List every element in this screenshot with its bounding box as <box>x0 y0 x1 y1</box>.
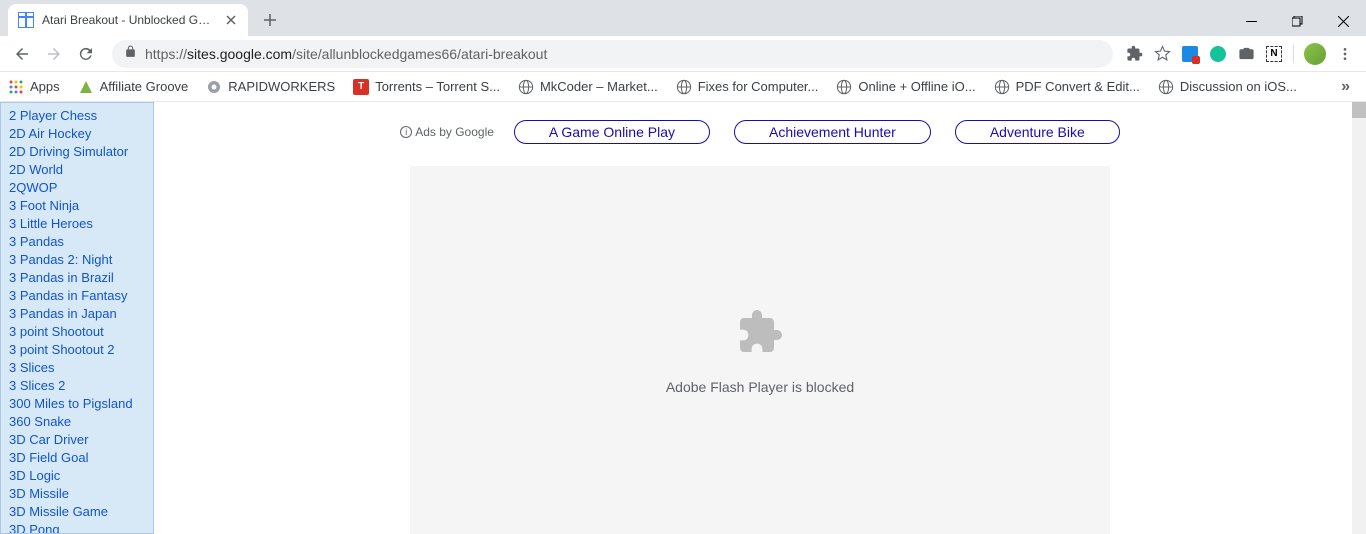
maximize-button[interactable] <box>1274 6 1320 36</box>
extension-grammarly-icon[interactable] <box>1209 45 1227 63</box>
bookmark-item[interactable]: Online + Offline iO... <box>836 79 975 95</box>
bookmark-label: MkCoder – Market... <box>540 79 658 94</box>
sidebar-link[interactable]: 3 Pandas 2: Night <box>9 251 151 269</box>
ads-by-google-label: iAds by Google <box>400 125 494 139</box>
lock-icon <box>124 45 137 63</box>
chrome-menu-icon[interactable] <box>1336 45 1354 63</box>
bookmark-item[interactable]: Fixes for Computer... <box>676 79 819 95</box>
tab-strip: Atari Breakout - Unblocked Gam… <box>0 0 1366 36</box>
tab-title: Atari Breakout - Unblocked Gam… <box>42 13 216 27</box>
tab-favicon-icon <box>18 12 34 28</box>
main-area: iAds by Google A Game Online Play Achieve… <box>154 102 1366 534</box>
bookmark-item[interactable]: Discussion on iOS... <box>1158 79 1297 95</box>
globe-icon <box>836 79 852 95</box>
gray-circle-icon <box>206 79 222 95</box>
ad-link[interactable]: A Game Online Play <box>514 120 710 144</box>
bookmark-label: Torrents – Torrent S... <box>375 79 500 94</box>
puzzle-piece-icon <box>736 308 784 361</box>
toolbar: https://sites.google.com/site/allunblock… <box>0 36 1366 72</box>
address-bar[interactable]: https://sites.google.com/site/allunblock… <box>112 40 1113 68</box>
extension-blue-icon[interactable] <box>1181 45 1199 63</box>
sidebar-link[interactable]: 3 Pandas in Brazil <box>9 269 151 287</box>
ad-link[interactable]: Achievement Hunter <box>734 120 931 144</box>
sidebar-link[interactable]: 3 Pandas in Fantasy <box>9 287 151 305</box>
sidebar-link[interactable]: 300 Miles to Pigsland <box>9 395 151 413</box>
url-text: https://sites.google.com/site/allunblock… <box>145 46 547 62</box>
window-controls <box>1228 6 1366 36</box>
toolbar-divider <box>1293 45 1294 63</box>
profile-avatar[interactable] <box>1304 43 1326 65</box>
bookmark-label: PDF Convert & Edit... <box>1016 79 1140 94</box>
sidebar-link[interactable]: 2QWOP <box>9 179 151 197</box>
green-tri-icon <box>78 79 94 95</box>
extension-n-icon[interactable]: N <box>1265 45 1283 63</box>
flash-blocked-area[interactable]: Adobe Flash Player is blocked <box>410 166 1110 534</box>
sidebar-nav: 2 Player Chess2D Air Hockey2D Driving Si… <box>0 102 154 534</box>
close-window-button[interactable] <box>1320 6 1366 36</box>
back-button[interactable] <box>8 40 36 68</box>
bookmarks-bar: Apps Affiliate Groove RAPIDWORKERS T Torrent… <box>0 72 1366 102</box>
info-icon[interactable]: i <box>400 126 412 138</box>
bookmark-label: Affiliate Groove <box>100 79 189 94</box>
flash-blocked-text: Adobe Flash Player is blocked <box>666 379 854 395</box>
sidebar-link[interactable]: 3 Slices 2 <box>9 377 151 395</box>
bookmark-item[interactable]: Apps <box>8 79 60 95</box>
ad-link[interactable]: Adventure Bike <box>955 120 1120 144</box>
sidebar-link[interactable]: 360 Snake <box>9 413 151 431</box>
page-scrollbar-thumb[interactable] <box>1352 102 1366 118</box>
sidebar-link[interactable]: 3D Missile <box>9 485 151 503</box>
sidebar-link[interactable]: 3 Slices <box>9 359 151 377</box>
bookmark-label: Fixes for Computer... <box>698 79 819 94</box>
bookmark-item[interactable]: RAPIDWORKERS <box>206 79 335 95</box>
sidebar-link[interactable]: 3D Field Goal <box>9 449 151 467</box>
extensions-icon[interactable] <box>1125 45 1143 63</box>
toolbar-actions: N <box>1125 43 1358 65</box>
apps-grid-icon <box>8 79 24 95</box>
reload-button[interactable] <box>72 40 100 68</box>
bookmark-label: Online + Offline iO... <box>858 79 975 94</box>
bookmark-label: Discussion on iOS... <box>1180 79 1297 94</box>
bookmark-label: RAPIDWORKERS <box>228 79 335 94</box>
sidebar-link[interactable]: 3 point Shootout <box>9 323 151 341</box>
globe-icon <box>994 79 1010 95</box>
sidebar-link[interactable]: 3D Pong <box>9 521 151 534</box>
sidebar-link[interactable]: 3 point Shootout 2 <box>9 341 151 359</box>
page-scrollbar[interactable] <box>1352 102 1366 534</box>
sidebar-link[interactable]: 2D Air Hockey <box>9 125 151 143</box>
sidebar-link[interactable]: 3D Logic <box>9 467 151 485</box>
sidebar-link[interactable]: 2D World <box>9 161 151 179</box>
globe-icon <box>1158 79 1174 95</box>
ts-icon: T <box>353 79 369 95</box>
sidebar-link[interactable]: 2D Driving Simulator <box>9 143 151 161</box>
sidebar-link[interactable]: 3D Missile Game <box>9 503 151 521</box>
new-tab-button[interactable] <box>256 6 284 34</box>
sidebar-link[interactable]: 3 Little Heroes <box>9 215 151 233</box>
globe-icon <box>518 79 534 95</box>
bookmark-item[interactable]: Affiliate Groove <box>78 79 189 95</box>
minimize-button[interactable] <box>1228 6 1274 36</box>
page-content: 2 Player Chess2D Air Hockey2D Driving Si… <box>0 102 1366 534</box>
globe-icon <box>676 79 692 95</box>
sidebar-link[interactable]: 3D Car Driver <box>9 431 151 449</box>
sidebar-link[interactable]: 3 Pandas in Japan <box>9 305 151 323</box>
bookmark-label: Apps <box>30 79 60 94</box>
sidebar-link[interactable]: 3 Pandas <box>9 233 151 251</box>
bookmarks-overflow-icon[interactable]: » <box>1341 78 1358 96</box>
bookmark-item[interactable]: PDF Convert & Edit... <box>994 79 1140 95</box>
ads-row: iAds by Google A Game Online Play Achieve… <box>154 102 1366 152</box>
bookmark-item[interactable]: MkCoder – Market... <box>518 79 658 95</box>
bookmark-item[interactable]: T Torrents – Torrent S... <box>353 79 500 95</box>
bookmark-star-icon[interactable] <box>1153 45 1171 63</box>
forward-button[interactable] <box>40 40 68 68</box>
extension-camera-icon[interactable] <box>1237 45 1255 63</box>
sidebar-link[interactable]: 3 Foot Ninja <box>9 197 151 215</box>
browser-tab[interactable]: Atari Breakout - Unblocked Gam… <box>8 4 248 36</box>
sidebar-link[interactable]: 2 Player Chess <box>9 107 151 125</box>
tab-close-icon[interactable] <box>224 13 238 27</box>
